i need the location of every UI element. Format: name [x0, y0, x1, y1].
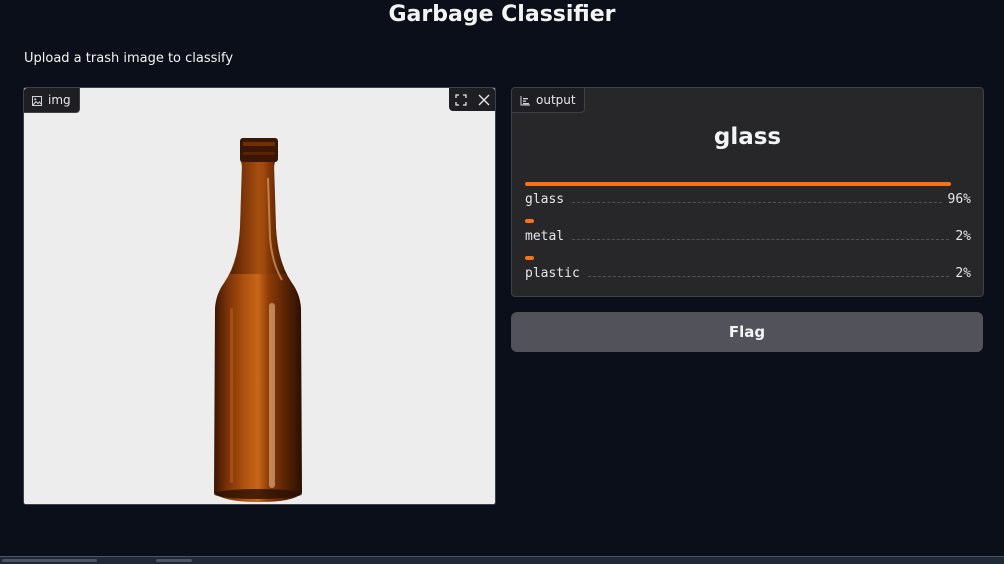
- scrollbar-thumb[interactable]: [156, 559, 192, 562]
- app-description: Upload a trash image to classify: [24, 51, 234, 66]
- confidence-percent: 2%: [955, 266, 971, 281]
- confidence-row: plastic 2%: [525, 256, 971, 281]
- image-controls: [449, 88, 495, 111]
- output-label-text: output: [536, 93, 576, 107]
- image-icon: [32, 95, 42, 106]
- confidence-bar: [525, 219, 534, 223]
- confidence-bar: [525, 256, 534, 260]
- leader-dots: [587, 275, 950, 277]
- confidence-label: glass: [525, 192, 565, 207]
- predicted-label: glass: [713, 124, 782, 150]
- confidence-row: metal 2%: [525, 219, 971, 244]
- image-input-panel[interactable]: img: [23, 87, 496, 505]
- input-block-label: img: [24, 88, 80, 113]
- input-label-text: img: [48, 93, 71, 107]
- confidence-label: plastic: [525, 266, 580, 281]
- uploaded-image: [24, 88, 495, 504]
- leader-dots: [572, 238, 950, 240]
- scrollbar-thumb[interactable]: [2, 559, 97, 562]
- page-title: Garbage Classifier: [388, 2, 616, 27]
- confidence-percent: 96%: [947, 192, 971, 207]
- confidence-percent: 2%: [955, 229, 971, 244]
- confidence-label: metal: [525, 229, 565, 244]
- output-block-label: output: [512, 88, 585, 113]
- confidence-bar: [525, 182, 951, 186]
- leader-dots: [572, 201, 942, 203]
- confidence-row: glass 96%: [525, 182, 971, 207]
- bar-chart-icon: [520, 95, 530, 106]
- close-icon[interactable]: [472, 88, 495, 111]
- fullscreen-icon[interactable]: [449, 88, 472, 111]
- flag-button[interactable]: Flag: [511, 312, 983, 352]
- output-panel: output glass glass 96% metal 2% plastic …: [511, 87, 984, 297]
